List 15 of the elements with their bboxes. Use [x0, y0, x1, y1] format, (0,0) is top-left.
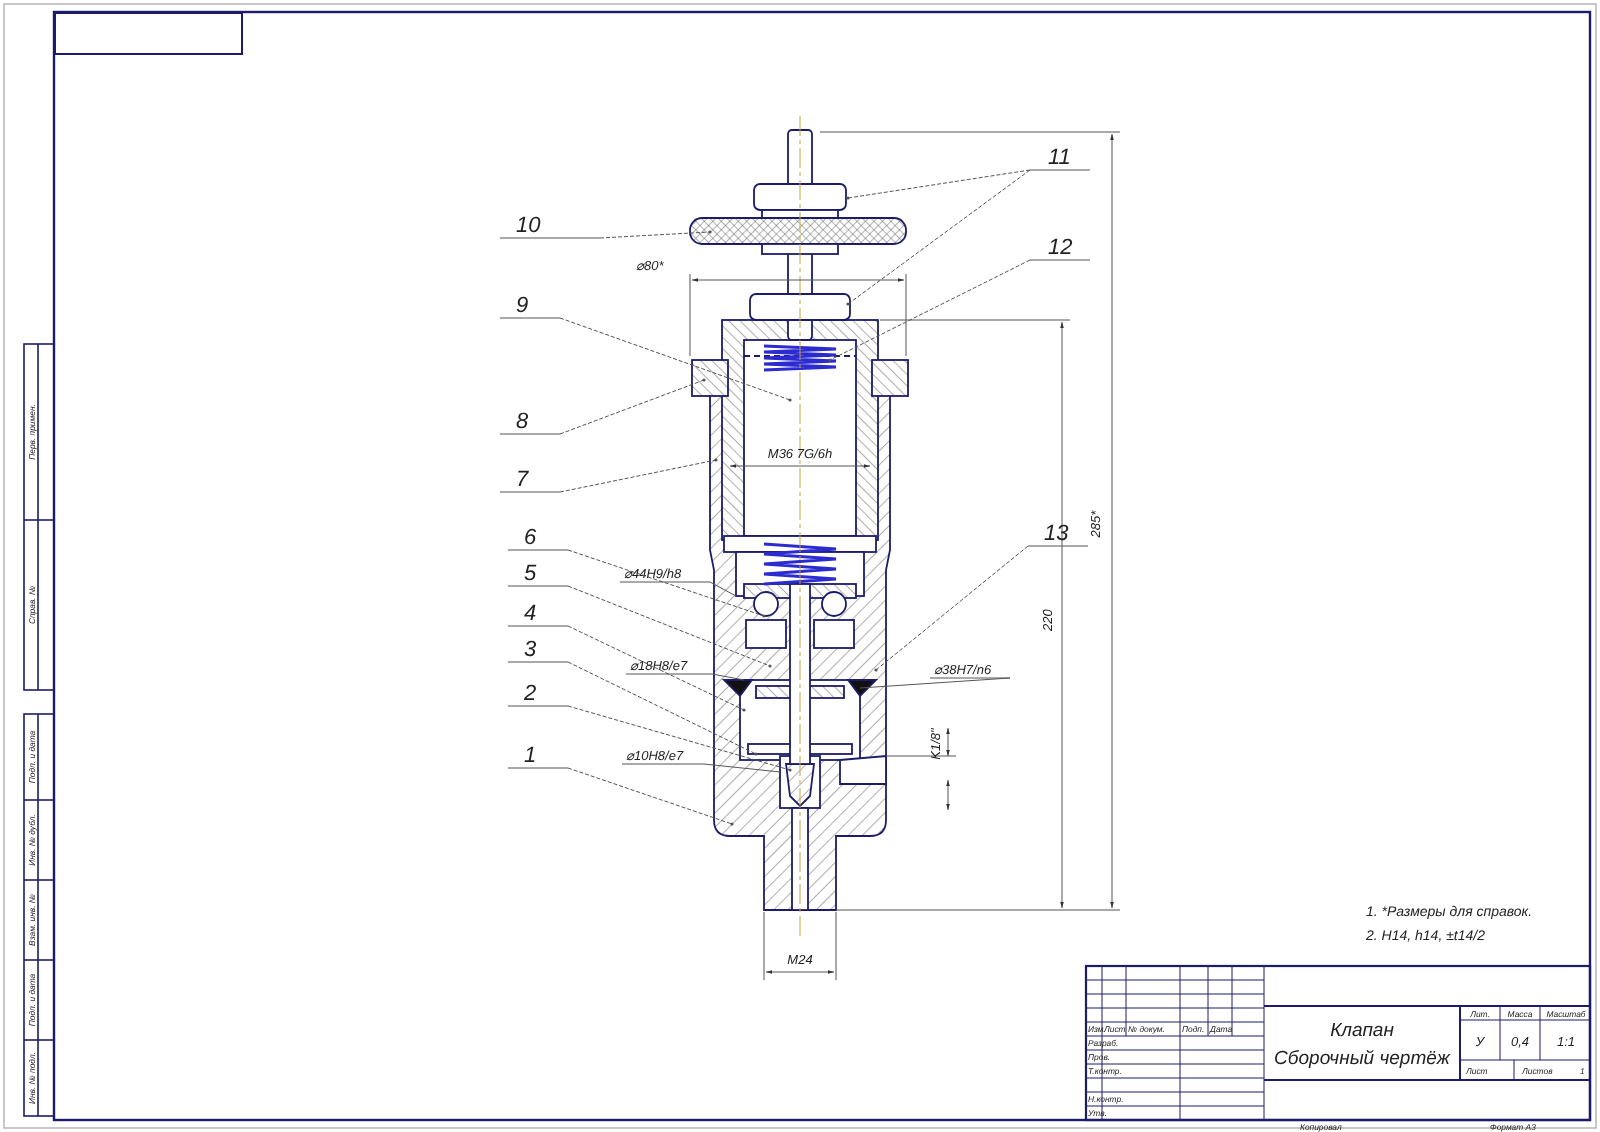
part-number: 6 — [524, 526, 537, 550]
drawing-title: Клапан — [1330, 1020, 1394, 1042]
part-number: 8 — [516, 410, 529, 434]
part-number: 13 — [1044, 522, 1069, 546]
part-number: 11 — [1048, 146, 1071, 170]
part-number: 10 — [516, 214, 541, 238]
part-number: 1 — [524, 744, 537, 768]
part-number: 2 — [524, 682, 537, 706]
drawing-subtitle: Сборочный чертёж — [1274, 1048, 1450, 1070]
part-number: 9 — [516, 294, 529, 318]
part-number: 3 — [524, 638, 537, 662]
part-number: 12 — [1048, 236, 1073, 260]
part-number: 4 — [524, 602, 537, 626]
part-number: 7 — [516, 468, 529, 492]
part-number: 5 — [524, 562, 537, 586]
